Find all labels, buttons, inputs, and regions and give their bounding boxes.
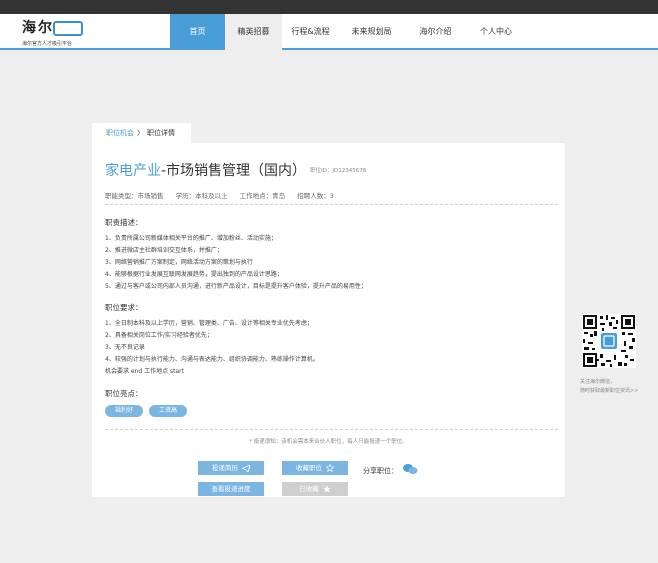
favorited-button[interactable]: 已收藏 (282, 482, 348, 496)
star-outline-icon (325, 463, 335, 473)
highlights-title: 职位亮点： (105, 389, 143, 398)
haier-logo[interactable]: 海尔 海尔官方人才吸引平台 (22, 20, 102, 47)
job-title-text: -市场销售管理（国内） (161, 163, 307, 179)
requirement-item: 4、较强的计划与执行能力、沟通与表达能力、组织协调能力、熟练操作计算机。 (105, 356, 319, 363)
nav-item-profile[interactable]: 个人中心 (467, 14, 525, 50)
requirement-item: 3、无不良记录 (105, 344, 145, 351)
highlight-tag: 福利好 (105, 405, 143, 417)
breadcrumb-link[interactable]: 职位机会 (106, 129, 134, 137)
favorite-button[interactable]: 收藏职位 (282, 461, 348, 475)
qr-note-link[interactable]: 随时获取最新职位资讯>> (580, 387, 638, 396)
requirement-item: 2、具备相关岗位工作/实习经验者优先； (105, 332, 213, 339)
divider (105, 204, 558, 205)
requirements-title: 职位要求： (105, 303, 143, 312)
job-id: 职位ID：JD12345678 (310, 168, 367, 174)
nav-item-process[interactable]: 行程&流程 (282, 14, 339, 50)
duties-list: 1、负责所属公司新媒体相关平台的推广、增加粉丝、活动实施； 2、推进微店主社群培… (105, 233, 367, 293)
requirement-item: 1、全日制本科及以上学历，营销、管理类、广告、设计等相关专业优先考虑； (105, 320, 313, 327)
qr-code (582, 314, 636, 368)
nav-item-about[interactable]: 海尔介绍 (404, 14, 467, 50)
wechat-share-icon[interactable] (402, 463, 418, 475)
job-education: 学历：本科及以上 (175, 192, 228, 200)
breadcrumb: 职位机会〉职位详情 (92, 123, 191, 143)
logo-tagline: 海尔官方人才吸引平台 (22, 41, 73, 47)
site-header: 海尔 海尔官方人才吸引平台 首页 精英招募 行程&流程 未来规划局 海尔介绍 个… (0, 14, 658, 50)
apply-button-label: 投递简历 (211, 464, 238, 472)
apply-button[interactable]: 投递简历 (198, 461, 264, 475)
duty-item: 3、网络营销推广方案制定，网络活动方案的策划与执行 (105, 259, 253, 266)
divider (105, 429, 558, 430)
job-detail-card: 家电产业-市场销售管理（国内） 职位ID：JD12345678 职能类型：市场销售… (92, 143, 565, 497)
requirements-list: 1、全日制本科及以上学历，营销、管理类、广告、设计等相关专业优先考虑； 2、具备… (105, 318, 319, 378)
job-department: 家电产业 (105, 163, 161, 179)
main-nav: 首页 精英招募 行程&流程 未来规划局 海尔介绍 个人中心 (170, 14, 525, 50)
requirement-item: 机会要求 end 工作地点 start (105, 368, 184, 375)
apply-note: * 投递须知：该机会需本来合伙人职位，每人只能投递一个职位。 (249, 439, 408, 445)
nav-item-recruit[interactable]: 精英招募 (225, 14, 282, 50)
favorited-button-label: 已收藏 (299, 485, 319, 493)
star-icon (323, 485, 331, 493)
qr-note-line: 关注海尔微信， (580, 379, 616, 385)
send-icon (240, 463, 251, 473)
highlight-tag: 工资高 (149, 405, 187, 417)
duty-item: 5、通过与客户或公司内部人员沟通，进行新产品设计，目标是提升客户体验，提升产品的… (105, 283, 367, 290)
job-meta: 职能类型：市场销售 学历：本科及以上 工作地点：青岛 招聘人数：3 (105, 190, 344, 200)
logo-text: 海尔 (22, 20, 54, 36)
duty-item: 1、负责所属公司新媒体相关平台的推广、增加粉丝、活动实施； (105, 235, 277, 242)
job-title: 家电产业-市场销售管理（国内） 职位ID：JD12345678 (105, 162, 366, 180)
share-label: 分享职位： (363, 467, 398, 475)
logo-box (53, 21, 83, 36)
duty-item: 4、能够根据行业发展互联网发展趋势，提出独到的产品设计思路； (105, 271, 283, 278)
qr-note: 关注海尔微信， 随时获取最新职位资讯>> (580, 378, 638, 396)
view-progress-button[interactable]: 查看投递进度 (198, 482, 264, 496)
top-dark-bar (0, 0, 658, 14)
job-location: 工作地点：青岛 (239, 192, 286, 200)
job-headcount: 招聘人数：3 (297, 192, 334, 200)
nav-item-future[interactable]: 未来规划局 (339, 14, 404, 50)
job-type: 职能类型：市场销售 (105, 192, 164, 200)
nav-item-home[interactable]: 首页 (170, 14, 225, 50)
breadcrumb-current: 职位详情 (147, 129, 175, 137)
breadcrumb-separator: 〉 (137, 129, 144, 137)
duty-item: 2、推进微店主社群培训交互体系，并推广； (105, 247, 223, 254)
duties-title: 职责描述： (105, 218, 143, 227)
favorite-button-label: 收藏职位 (295, 464, 322, 472)
